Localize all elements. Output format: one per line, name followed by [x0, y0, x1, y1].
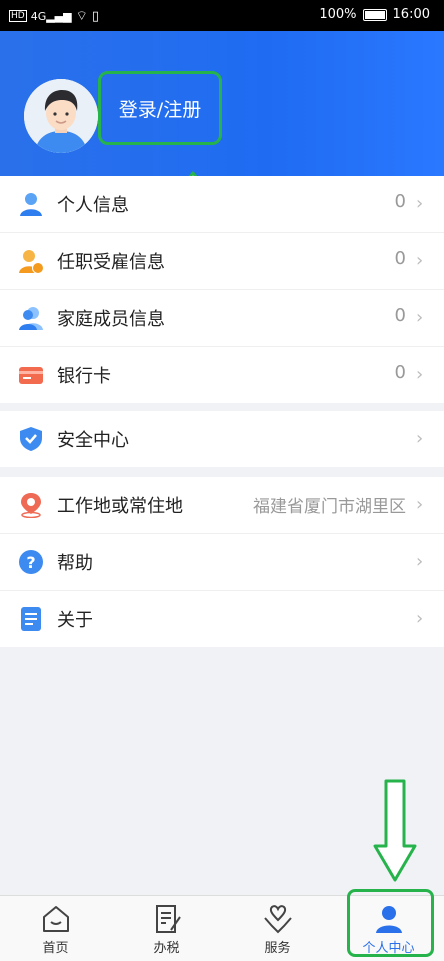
hd-icon: HD [9, 10, 27, 22]
status-icons-right: 100% 16:00 [319, 7, 430, 22]
list-item-work-location[interactable]: 工作地或常住地 福建省厦门市湖里区 › [0, 477, 444, 534]
list-item-employment-info[interactable]: 任职受雇信息 0 › [0, 233, 444, 290]
wifi-icon: ⌔ [75, 9, 88, 24]
tab-label: 首页 [42, 941, 69, 956]
chevron-right-icon: › [416, 364, 424, 385]
avatar[interactable] [24, 79, 98, 153]
family-icon [19, 307, 43, 330]
list-item-value: 福建省厦门市湖里区 [253, 497, 406, 517]
list-item-label: 个人信息 [57, 195, 129, 216]
clock: 16:00 [392, 7, 430, 22]
status-icons-left: HD 4G▂▄▆ ⌔ ▯ [9, 8, 99, 24]
tab-home[interactable]: 首页 [0, 896, 111, 961]
signal-icon: 4G▂▄▆ [30, 9, 72, 23]
list-item-label: 工作地或常住地 [57, 496, 183, 517]
list-item-security-center[interactable]: 安全中心 › [0, 411, 444, 467]
home-icon [42, 906, 69, 932]
list-item-label: 安全中心 [57, 430, 129, 451]
vibrate-icon: ▯ [91, 8, 99, 24]
profile-header: 登录/注册 [0, 31, 444, 176]
chevron-right-icon: › [416, 193, 424, 214]
tab-services[interactable]: 服务 [222, 896, 333, 961]
person-icon [20, 193, 42, 216]
login-register-button[interactable]: 登录/注册 [98, 71, 222, 145]
chevron-right-icon: › [416, 551, 424, 572]
list-item-about[interactable]: 关于 › [0, 591, 444, 647]
chevron-right-icon: › [416, 428, 424, 449]
annotation-highlight-box [347, 889, 434, 957]
battery-percent: 100% [319, 7, 357, 22]
shield-icon [20, 427, 42, 451]
edit-document-icon [155, 905, 181, 933]
avatar-illustration [24, 79, 98, 153]
location-pin-icon [21, 493, 41, 518]
list-item-label: 家庭成员信息 [57, 309, 165, 330]
list-item-help[interactable]: ? 帮助 › [0, 534, 444, 591]
annotation-arrow-down-icon [373, 779, 417, 882]
list-item-label: 关于 [57, 610, 93, 631]
chevron-right-icon: › [416, 608, 424, 629]
status-bar: HD 4G▂▄▆ ⌔ ▯ 100% 16:00 [0, 0, 444, 31]
security-section: 安全中心 › [0, 411, 444, 467]
svg-text:?: ? [26, 553, 35, 572]
tab-label: 服务 [264, 941, 291, 956]
chevron-right-icon: › [416, 494, 424, 515]
list-item-value: 0 [394, 362, 406, 383]
list-item-label: 任职受雇信息 [57, 252, 165, 273]
list-item-label: 帮助 [57, 553, 93, 574]
chevron-right-icon: › [416, 250, 424, 271]
chevron-right-icon: › [416, 307, 424, 328]
tab-tax[interactable]: 办税 [111, 896, 222, 961]
document-icon [21, 607, 41, 631]
list-item-personal-info[interactable]: 个人信息 0 › [0, 176, 444, 233]
heart-hands-icon [263, 905, 292, 934]
info-section: 个人信息 0 › 任职受雇信息 0 › 家庭成员信息 0 › 银行卡 0 › [0, 176, 444, 403]
battery-icon [362, 8, 387, 21]
list-item-label: 银行卡 [57, 366, 111, 387]
list-item-value: 0 [394, 305, 406, 326]
employee-icon [19, 250, 44, 274]
list-item-value: 0 [394, 248, 406, 269]
list-item-value: 0 [394, 191, 406, 212]
help-icon: ? [19, 550, 43, 574]
list-item-family-info[interactable]: 家庭成员信息 0 › [0, 290, 444, 347]
bank-card-icon [19, 367, 43, 384]
list-item-bank-card[interactable]: 银行卡 0 › [0, 347, 444, 403]
tab-label: 办税 [153, 941, 180, 956]
settings-section: 工作地或常住地 福建省厦门市湖里区 › ? 帮助 › 关于 › [0, 477, 444, 647]
